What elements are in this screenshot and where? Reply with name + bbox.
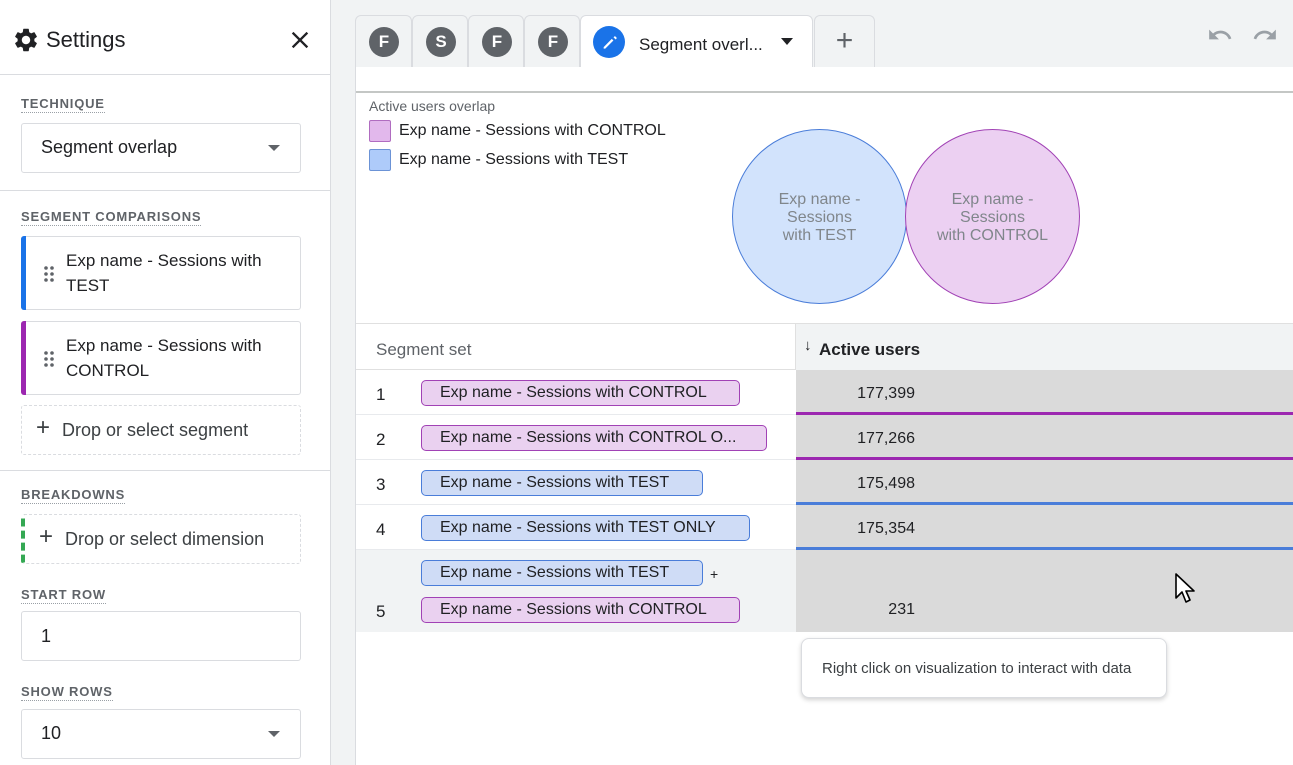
plus-icon: + <box>36 414 51 441</box>
segment-joiner: + <box>710 566 719 582</box>
mouse-cursor-icon <box>1175 573 1195 603</box>
drop-segment-zone[interactable]: + Drop or select segment <box>21 405 301 455</box>
metric-cell: 177,266 <box>796 415 1293 460</box>
venn-label: with CONTROL <box>936 227 1049 244</box>
row-number: 4 <box>376 520 386 539</box>
chevron-down-icon <box>268 731 280 737</box>
metric-cell: 175,354 <box>796 505 1293 550</box>
metric-cell: 175,498 <box>796 460 1293 505</box>
column-header-segment-set[interactable]: Segment set <box>376 340 471 360</box>
settings-header: Settings <box>0 0 330 75</box>
tab-bar: F S F F Segment overl... + <box>355 0 1293 67</box>
segment-color-bar <box>21 236 26 310</box>
segment-chip: Exp name - Sessions with CONTROL <box>421 380 740 406</box>
settings-panel: Settings TECHNIQUE Segment overlap SEGME… <box>0 0 331 765</box>
start-row-label: START ROW <box>21 587 106 604</box>
table-row[interactable]: 4 Exp name - Sessions with TEST ONLY 175… <box>356 505 1293 550</box>
segment-card-test[interactable]: Exp name - Sessions with TEST <box>21 236 301 310</box>
metric-value: 231 <box>888 601 915 618</box>
add-tab-button[interactable]: + <box>814 15 875 67</box>
show-rows-value: 10 <box>41 723 62 743</box>
table-row[interactable]: 3 Exp name - Sessions with TEST 175,498 <box>356 460 1293 505</box>
table-row[interactable]: 1 Exp name - Sessions with CONTROL 177,3… <box>356 370 1293 415</box>
row-number: 5 <box>376 602 386 621</box>
metric-value: 175,354 <box>857 520 915 537</box>
settings-title: Settings <box>46 27 126 52</box>
table-row[interactable]: 5 Exp name - Sessions with TEST + Exp na… <box>356 550 1293 632</box>
tab-freeform-1[interactable]: F <box>355 15 412 67</box>
tab-freeform-3[interactable]: F <box>524 15 580 67</box>
tab-avatar: F <box>482 27 512 57</box>
drag-handle-icon[interactable] <box>43 350 55 368</box>
gear-icon <box>15 28 37 52</box>
tab-avatar: F <box>538 27 568 57</box>
start-row-input[interactable]: 1 <box>21 611 301 661</box>
drop-dimension-label: Drop or select dimension <box>65 529 265 549</box>
metric-cell: 231 <box>796 550 1293 632</box>
segment-card-control[interactable]: Exp name - Sessions with CONTROL <box>21 321 301 395</box>
show-rows-dropdown[interactable]: 10 <box>21 709 301 759</box>
divider <box>0 190 330 191</box>
metric-value: 175,498 <box>857 475 915 492</box>
visualization-title: Active users overlap <box>369 98 496 114</box>
tab-avatar: F <box>369 27 399 57</box>
plus-icon: + <box>39 523 54 550</box>
column-header-active-users[interactable]: ↓ Active users <box>795 324 1293 370</box>
segment-chip: Exp name - Sessions with TEST ONLY <box>421 515 750 541</box>
chevron-down-icon[interactable] <box>781 38 793 45</box>
venn-label: Sessions <box>787 209 852 226</box>
divider <box>356 91 1293 93</box>
segment-comparisons-label: SEGMENT COMPARISONS <box>21 209 202 226</box>
venn-circle-test[interactable]: Exp name - Sessions with TEST <box>732 129 907 304</box>
close-icon[interactable] <box>286 26 314 54</box>
legend-swatch <box>369 120 391 142</box>
row-number: 2 <box>376 430 386 449</box>
divider <box>0 470 330 471</box>
table-row[interactable]: 2 Exp name - Sessions with CONTROL O... … <box>356 415 1293 460</box>
undo-icon[interactable] <box>1207 22 1233 48</box>
sort-arrow-icon: ↓ <box>804 337 812 354</box>
segment-chip: Exp name - Sessions with TEST <box>421 560 703 586</box>
segment-chip: Exp name - Sessions with TEST <box>421 470 703 496</box>
metric-value: 177,266 <box>857 430 915 447</box>
technique-value: Segment overlap <box>41 137 178 157</box>
technique-label: TECHNIQUE <box>21 96 105 113</box>
segment-color-bar <box>21 321 26 395</box>
tab-segment-overlap[interactable]: Segment overl... <box>580 15 813 67</box>
segment-chip: Exp name - Sessions with CONTROL O... <box>421 425 767 451</box>
venn-label: with TEST <box>782 227 857 244</box>
chevron-down-icon <box>268 145 280 151</box>
metric-cell: 177,399 <box>796 370 1293 415</box>
drop-segment-label: Drop or select segment <box>62 420 249 440</box>
metric-value: 177,399 <box>857 385 915 402</box>
row-number: 1 <box>376 385 386 404</box>
technique-dropdown[interactable]: Segment overlap <box>21 123 301 173</box>
tab-avatar: S <box>426 27 456 57</box>
table-header: Segment set ↓ Active users <box>356 323 1293 370</box>
drag-handle-icon[interactable] <box>43 265 55 283</box>
legend-label: Exp name - Sessions with TEST <box>399 151 629 168</box>
tab-s[interactable]: S <box>412 15 468 67</box>
drop-dimension-zone[interactable]: + Drop or select dimension <box>21 514 301 564</box>
row-number: 3 <box>376 475 386 494</box>
venn-label: Exp name - <box>951 191 1034 208</box>
segment-chip: Exp name - Sessions with CONTROL <box>421 597 740 623</box>
tab-freeform-2[interactable]: F <box>468 15 524 67</box>
segment-label: Exp name - Sessions with TEST <box>66 251 262 295</box>
legend-swatch <box>369 149 391 171</box>
show-rows-label: SHOW ROWS <box>21 684 113 701</box>
venn-circle-control[interactable]: Exp name - Sessions with CONTROL <box>905 129 1080 304</box>
pencil-icon <box>593 26 625 58</box>
breakdowns-label: BREAKDOWNS <box>21 487 126 504</box>
venn-label: Exp name - <box>778 191 861 208</box>
venn-label: Sessions <box>960 209 1025 226</box>
legend-label: Exp name - Sessions with CONTROL <box>399 122 666 139</box>
redo-icon[interactable] <box>1252 22 1278 48</box>
metric-label: Active users <box>819 340 921 359</box>
tab-label: Segment overl... <box>639 35 763 54</box>
segment-label: Exp name - Sessions with CONTROL <box>66 336 262 380</box>
tooltip: Right click on visualization to interact… <box>801 638 1167 698</box>
